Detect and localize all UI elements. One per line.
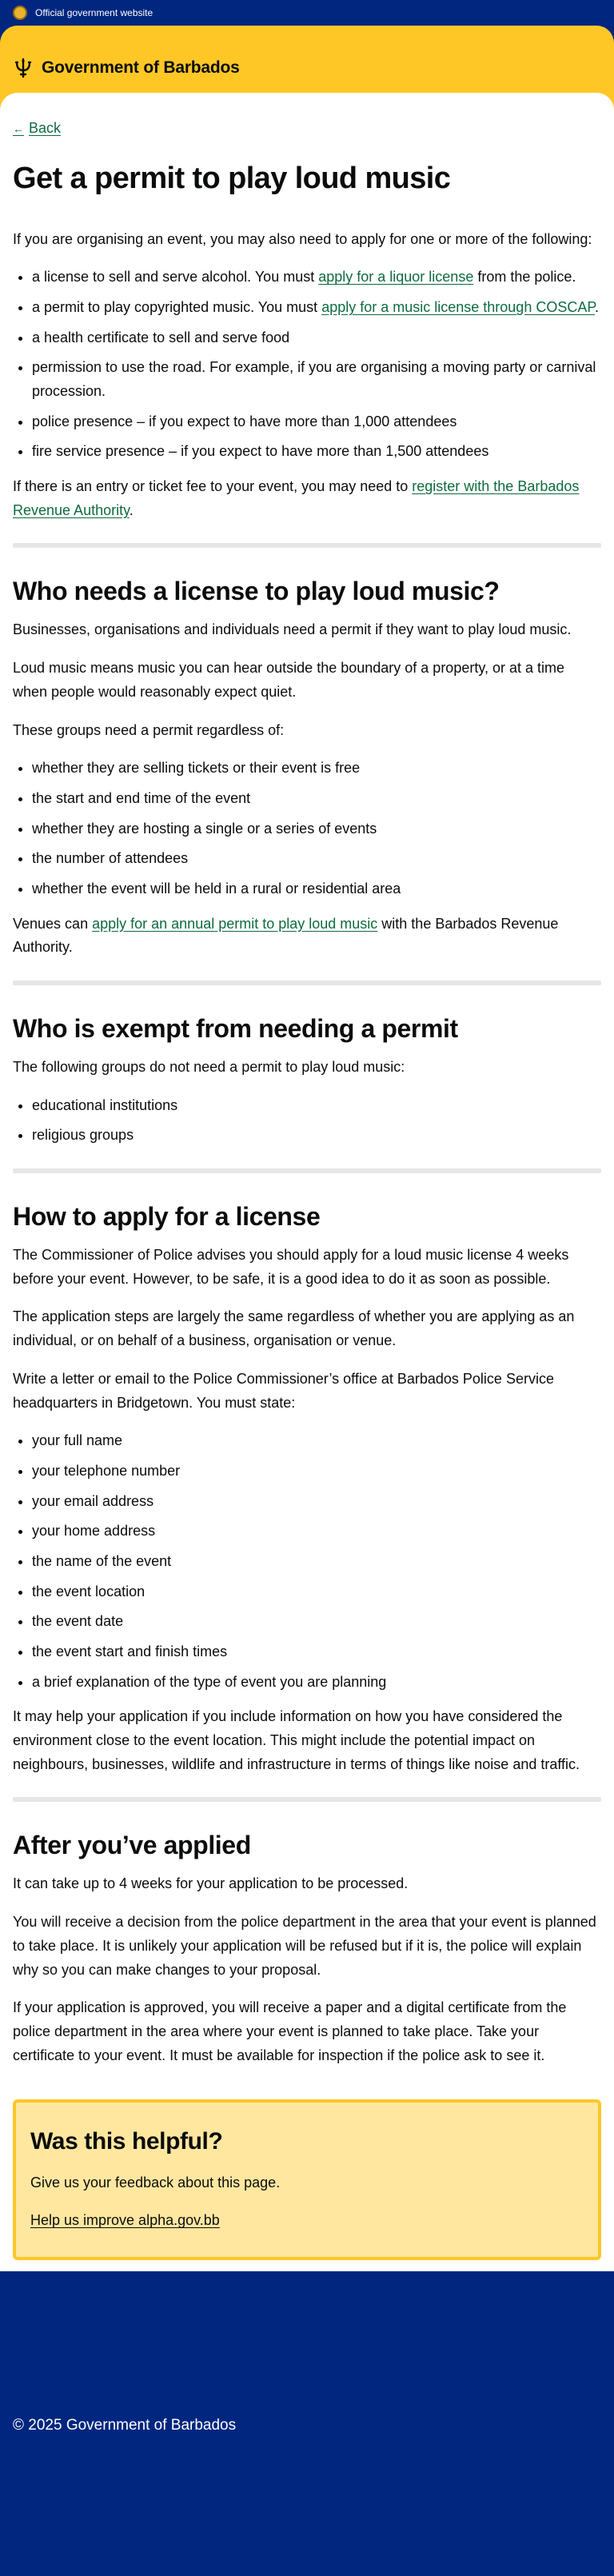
list-item: your home address <box>32 1520 601 1544</box>
coat-of-arms-icon <box>13 6 27 20</box>
list-item: the event location <box>32 1580 601 1604</box>
list-item: your full name <box>32 1429 601 1453</box>
site-footer: © 2025 Government of Barbados <box>0 2271 614 2448</box>
feedback-text: Give us your feedback about this page. <box>30 2174 281 2191</box>
official-banner-text: Official government website <box>35 7 154 18</box>
list-item: whether they are hosting a single or a s… <box>32 817 601 841</box>
fee-paragraph: If there is an entry or ticket fee to yo… <box>13 478 580 518</box>
list-item: permission to use the road. For example,… <box>32 356 601 403</box>
paragraph: If your application is approved, you wil… <box>13 1999 567 2063</box>
list-item: fire service presence – if you expect to… <box>32 440 601 464</box>
arrow-left-icon: ← <box>13 122 24 135</box>
section-heading: Who needs a license to play loud music? <box>13 577 500 606</box>
list-item: police presence – if you expect to have … <box>32 410 601 434</box>
feedback-link[interactable]: Help us improve alpha.gov.bb <box>30 2212 220 2228</box>
intro-list: a license to sell and serve alcohol. You… <box>13 266 601 464</box>
page-title: Get a permit to play loud music <box>13 162 451 195</box>
paragraph: These groups need a permit regardless of… <box>13 721 285 738</box>
paragraph: Businesses, organisations and individual… <box>13 621 572 638</box>
who-needs-section: Who needs a license to play loud music? … <box>13 575 601 960</box>
feedback-box: Was this helpful? Give us your feedback … <box>13 2099 601 2261</box>
list-item: your telephone number <box>32 1460 601 1484</box>
brand-link[interactable]: Government of Barbados <box>42 58 240 78</box>
list-item: whether the event will be held in a rura… <box>32 877 601 901</box>
list-item: religious groups <box>32 1124 601 1148</box>
back-link-label: Back <box>29 120 62 136</box>
list-item: a brief explanation of the type of event… <box>32 1671 601 1695</box>
list-item: a permit to play copyrighted music. You … <box>32 296 601 320</box>
list-item: your email address <box>32 1490 601 1514</box>
apply-section: How to apply for a license The Commissio… <box>13 1200 601 1776</box>
copyright-text: © 2025 Government of Barbados <box>13 2417 237 2434</box>
coscap-license-link[interactable]: apply for a music license through COSCAP <box>321 299 595 315</box>
paragraph: You will receive a decision from the pol… <box>13 1914 596 1978</box>
paragraph: The following groups do not need a permi… <box>13 1059 405 1076</box>
details-list: your full name your telephone number you… <box>13 1429 601 1694</box>
trident-icon <box>14 58 32 78</box>
official-banner: Official government website <box>0 0 614 26</box>
paragraph: Write a letter or email to the Police Co… <box>13 1370 554 1411</box>
after-section: After you’ve applied It can take up to 4… <box>13 1829 601 2067</box>
paragraph: It may help your application if you incl… <box>13 1708 580 1772</box>
section-divider <box>13 980 601 986</box>
list-item: the name of the event <box>32 1550 601 1574</box>
list-item: whether they are selling tickets or thei… <box>32 757 601 781</box>
section-divider <box>13 1168 601 1174</box>
liquor-license-link[interactable]: apply for a liquor license <box>318 269 473 285</box>
main-content: ← Back Get a permit to play loud music I… <box>0 93 614 2272</box>
section-divider <box>13 543 601 549</box>
exempt-section: Who is exempt from needing a permit The … <box>13 1012 601 1148</box>
paragraph: The Commissioner of Police advises you s… <box>13 1247 569 1287</box>
section-divider <box>13 1797 601 1803</box>
paragraph: Loud music means music you can hear outs… <box>13 660 565 700</box>
list-item: a license to sell and serve alcohol. You… <box>32 266 601 290</box>
annual-permit-link[interactable]: apply for an annual permit to play loud … <box>92 916 377 932</box>
paragraph: It can take up to 4 weeks for your appli… <box>13 1875 409 1892</box>
list-item: the event start and finish times <box>32 1640 601 1664</box>
intro-lead: If you are organising an event, you may … <box>13 230 592 247</box>
list-item: the event date <box>32 1610 601 1634</box>
back-link[interactable]: ← Back <box>13 120 61 137</box>
regardless-list: whether they are selling tickets or thei… <box>13 757 601 901</box>
exempt-list: educational institutions religious group… <box>13 1094 601 1148</box>
list-item: educational institutions <box>32 1094 601 1118</box>
section-heading: After you’ve applied <box>13 1831 251 1860</box>
section-heading: Who is exempt from needing a permit <box>13 1014 458 1044</box>
list-item: the start and end time of the event <box>32 787 601 811</box>
list-item: the number of attendees <box>32 847 601 871</box>
list-item: a health certificate to sell and serve f… <box>32 326 601 350</box>
paragraph: The application steps are largely the sa… <box>13 1308 575 1349</box>
section-heading: How to apply for a license <box>13 1202 321 1232</box>
feedback-heading: Was this helpful? <box>30 2128 223 2155</box>
venues-paragraph: Venues can apply for an annual permit to… <box>13 915 559 956</box>
